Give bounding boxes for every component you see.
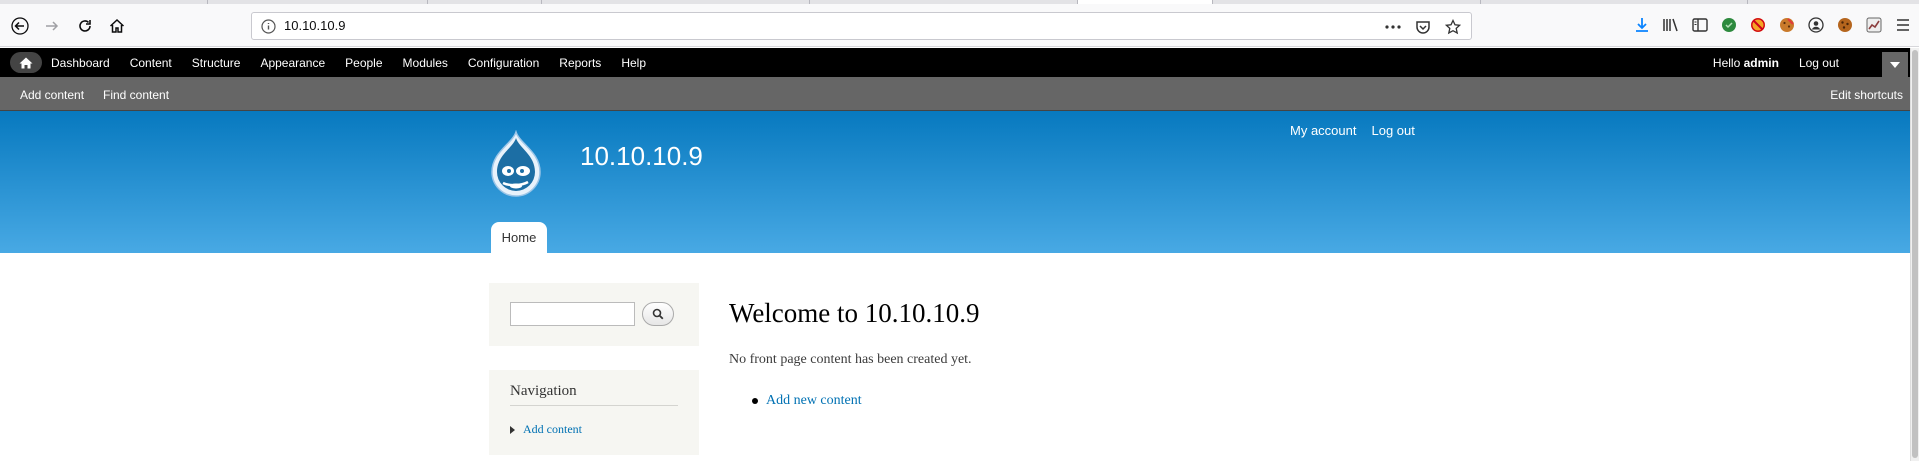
- navigation-title: Navigation: [510, 383, 678, 406]
- sidebar-icon[interactable]: [1690, 15, 1710, 35]
- extension-chart-icon[interactable]: [1864, 15, 1884, 35]
- page-scrollbar[interactable]: [1910, 48, 1919, 461]
- back-button[interactable]: [5, 11, 35, 41]
- url-bar[interactable]: 10.10.10.9: [251, 12, 1472, 40]
- info-icon[interactable]: [260, 18, 277, 35]
- reload-icon: [79, 20, 91, 32]
- extension-cookie-icon[interactable]: [1835, 15, 1855, 35]
- bookmark-star-icon[interactable]: [1443, 17, 1463, 37]
- browser-navbar: 10.10.10.9: [0, 4, 1919, 47]
- my-account-link[interactable]: My account: [1290, 123, 1356, 138]
- account-icon[interactable]: [1806, 15, 1826, 35]
- extension-block-icon[interactable]: [1748, 15, 1768, 35]
- edit-shortcuts-link[interactable]: Edit shortcuts: [1830, 88, 1903, 102]
- home-icon: [109, 18, 125, 33]
- admin-menu-configuration[interactable]: Configuration: [468, 56, 549, 70]
- drupal-logo[interactable]: [486, 130, 546, 198]
- admin-menu-structure[interactable]: Structure: [192, 56, 251, 70]
- forward-arrow-icon: [46, 21, 59, 31]
- admin-user-area: Hello admin Log out: [1713, 48, 1839, 77]
- toolbar-drawer-toggle[interactable]: [1882, 52, 1908, 77]
- search-icon: [652, 308, 664, 320]
- admin-menu-help[interactable]: Help: [621, 56, 656, 70]
- admin-menu-people[interactable]: People: [345, 56, 392, 70]
- add-new-content-link[interactable]: Add new content: [766, 393, 862, 409]
- admin-menu: Dashboard Content Structure Appearance P…: [51, 48, 666, 77]
- page-actions-icon[interactable]: [1383, 17, 1403, 37]
- search-input[interactable]: [510, 302, 635, 326]
- username[interactable]: admin: [1744, 56, 1779, 70]
- reload-button[interactable]: [70, 11, 100, 41]
- forward-button[interactable]: [37, 11, 67, 41]
- navigation-add-content-link[interactable]: Add content: [523, 422, 582, 437]
- page-title: Welcome to 10.10.10.9: [729, 298, 980, 328]
- navigation-item: Add content: [510, 422, 582, 437]
- admin-menu-modules[interactable]: Modules: [403, 56, 458, 70]
- downloads-icon[interactable]: [1632, 15, 1652, 35]
- bullet-icon: [752, 398, 758, 404]
- shortcut-find-content[interactable]: Find content: [103, 88, 169, 102]
- list-item: Add new content: [752, 393, 862, 409]
- site-header: 10.10.10.9 My account Log out Home: [0, 111, 1910, 253]
- url-text[interactable]: 10.10.10.9: [284, 18, 345, 33]
- secondary-menu: My account Log out: [1290, 123, 1415, 138]
- admin-menu-content[interactable]: Content: [130, 56, 182, 70]
- shortcuts-bar: Add content Find content Edit shortcuts: [0, 77, 1910, 111]
- search-button[interactable]: [642, 302, 674, 326]
- collapsed-arrow-icon: [510, 425, 515, 434]
- pocket-icon[interactable]: [1413, 17, 1433, 37]
- home-button[interactable]: [102, 11, 132, 41]
- admin-toolbar: Dashboard Content Structure Appearance P…: [0, 48, 1919, 77]
- empty-front-message: No front page content has been created y…: [729, 352, 972, 367]
- admin-menu-reports[interactable]: Reports: [559, 56, 611, 70]
- admin-menu-dashboard[interactable]: Dashboard: [51, 56, 120, 70]
- hello-prefix: Hello: [1712, 55, 1741, 70]
- header-logout-link[interactable]: Log out: [1371, 123, 1414, 138]
- shortcut-add-content[interactable]: Add content: [20, 88, 84, 102]
- library-icon[interactable]: [1661, 15, 1681, 35]
- extension-shield-icon[interactable]: [1719, 15, 1739, 35]
- site-name[interactable]: 10.10.10.9: [580, 141, 703, 172]
- admin-menu-appearance[interactable]: Appearance: [260, 56, 335, 70]
- scrollbar-thumb[interactable]: [1912, 50, 1918, 458]
- back-arrow-icon: [11, 17, 29, 35]
- hello-user: Hello admin: [1713, 56, 1779, 70]
- navigation-block: Navigation Add content: [489, 370, 699, 455]
- menu-icon[interactable]: [1893, 15, 1913, 35]
- tab-home[interactable]: Home: [491, 222, 547, 253]
- home-icon: [19, 57, 33, 68]
- extension-cookie-editor-icon[interactable]: [1777, 15, 1797, 35]
- admin-logout-link[interactable]: Log out: [1799, 56, 1839, 70]
- admin-home-button[interactable]: [10, 52, 42, 73]
- search-block: [489, 283, 699, 346]
- chevron-down-icon: [1890, 61, 1900, 68]
